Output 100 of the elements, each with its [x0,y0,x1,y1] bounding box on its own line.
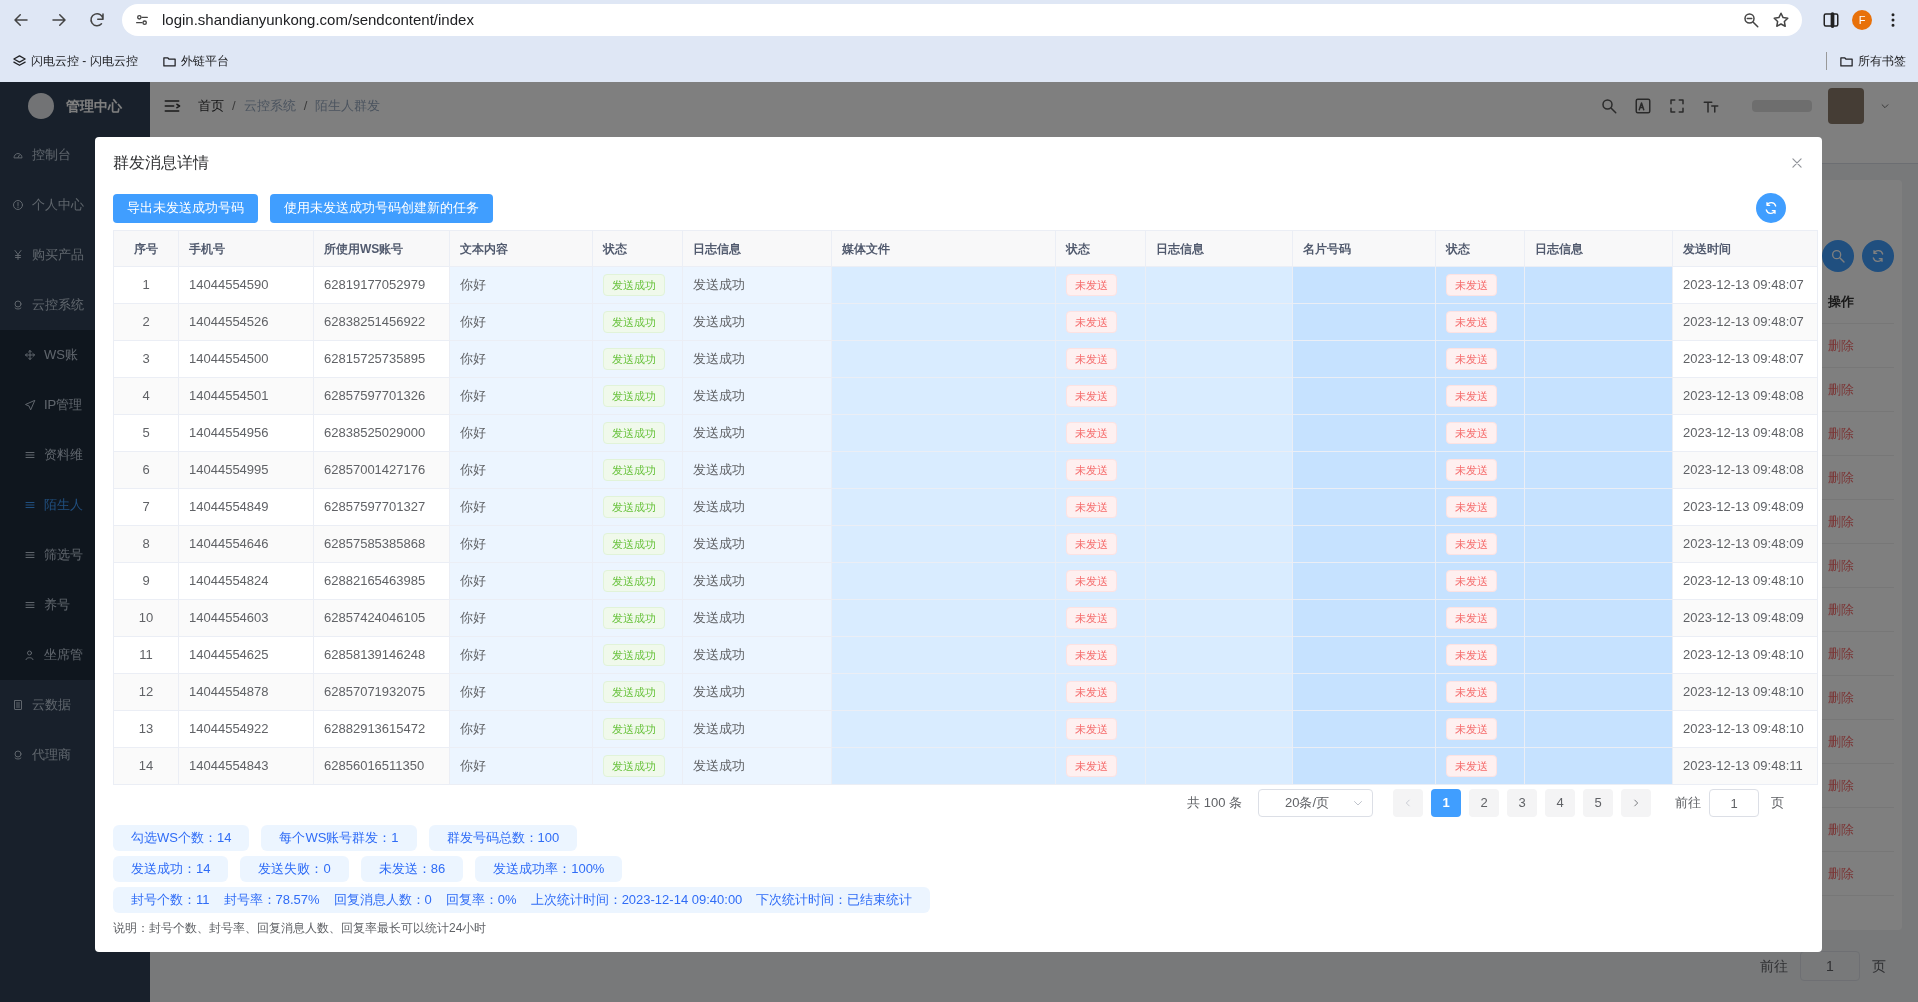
delete-link[interactable]: 删除 [1828,731,1854,752]
status-tag: 未发送 [1066,459,1117,481]
action-button[interactable]: 导出未发送成功号码 [113,193,258,223]
delete-link[interactable]: 删除 [1828,555,1854,576]
column-header[interactable]: 发送时间 [1672,230,1818,267]
summary-item: 回复消息人数：0 [333,891,432,910]
delete-link[interactable]: 删除 [1828,775,1854,796]
column-header[interactable]: 所使用WS账号 [313,230,450,267]
page-input[interactable]: 1 [1800,951,1860,981]
status-tag: 发送成功 [603,607,665,629]
column-header[interactable]: 媒体文件 [831,230,1056,267]
delete-link[interactable]: 删除 [1828,599,1854,620]
page-button[interactable]: 3 [1507,789,1537,817]
table-cell: 14044554526 [178,303,314,341]
table-cell: 2023-12-13 09:48:09 [1672,525,1818,563]
status-tag: 未发送 [1066,496,1117,518]
page-button[interactable]: 2 [1469,789,1499,817]
site-settings-icon[interactable] [134,12,150,28]
column-header[interactable]: 序号 [113,230,179,267]
table-cell: 62882165463985 [313,562,450,600]
side-panel-icon[interactable] [1822,11,1840,29]
column-header[interactable]: 手机号 [178,230,314,267]
table-cell: 你好 [449,266,593,304]
column-header[interactable]: 文本内容 [449,230,593,267]
status-tag: 未发送 [1446,311,1497,333]
breadcrumb-link[interactable]: 首页 [198,96,224,116]
address-bar[interactable]: login.shandianyunkong.com/sendcontent/index [122,4,1802,36]
zoom-icon[interactable] [1742,11,1760,29]
table-cell: 8 [113,525,179,563]
sliders-icon [24,499,36,511]
fullscreen-icon[interactable] [1668,97,1686,115]
delete-link[interactable]: 删除 [1828,467,1854,488]
table-cell: 5 [113,414,179,452]
table-cell: 发送成功 [682,340,832,378]
delete-link[interactable]: 删除 [1828,687,1854,708]
bookmark[interactable]: 外链平台 [161,52,229,70]
action-button[interactable]: 使用未发送成功号码创建新的任务 [270,193,493,223]
status-tag: 未发送 [1066,385,1117,407]
table-cell: 14044554956 [178,414,314,452]
table-cell: 发送成功 [682,303,832,341]
page-button[interactable]: 1 [1431,789,1461,817]
status-tag: 发送成功 [603,311,665,333]
delete-link[interactable]: 删除 [1828,335,1854,356]
delete-link[interactable]: 删除 [1828,379,1854,400]
delete-link[interactable]: 删除 [1828,423,1854,444]
column-header[interactable]: 状态 [1055,230,1146,267]
caret-icon[interactable] [1880,101,1890,111]
status-tag: 未发送 [1446,496,1497,518]
table-cell: 14044554625 [178,636,314,674]
table-cell: 13 [113,710,179,748]
table-cell: 发送成功 [682,599,832,637]
status-tag: 未发送 [1446,385,1497,407]
search-icon[interactable] [1822,240,1854,272]
url-text: login.shandianyunkong.com/sendcontent/index [162,9,474,30]
column-header[interactable]: 日志信息 [682,230,832,267]
column-header[interactable]: 状态 [592,230,683,267]
table-cell: 你好 [449,488,593,526]
table-cell: 62858139146248 [313,636,450,674]
table-cell: 14044554500 [178,340,314,378]
page-button[interactable]: 5 [1583,789,1613,817]
text-icon[interactable] [1634,97,1652,115]
table-cell: 62819177052979 [313,266,450,304]
delete-link[interactable]: 删除 [1828,511,1854,532]
table-cell: 4 [113,377,179,415]
note-text: 说明：封号个数、封号率、回复消息人数、回复率最长可以统计24小时 [113,920,488,937]
page-button[interactable]: 4 [1545,789,1575,817]
column-header[interactable]: 日志信息 [1145,230,1293,267]
all-bookmarks[interactable]: 所有书签 [1826,52,1906,70]
column-header[interactable]: 日志信息 [1524,230,1673,267]
table-cell: 14044554843 [178,747,314,785]
table-cell: 1 [113,266,179,304]
close-icon[interactable] [1790,156,1804,170]
delete-link[interactable]: 删除 [1828,863,1854,884]
brand-title: 管理中心 [66,96,122,116]
sliders-icon [24,449,36,461]
search-icon[interactable] [1600,97,1618,115]
table-cell: 2023-12-13 09:48:10 [1672,636,1818,674]
page-input[interactable]: 1 [1709,789,1759,817]
status-tag: 未发送 [1446,755,1497,777]
status-tag: 发送成功 [603,644,665,666]
table-cell: 62857001427176 [313,451,450,489]
star-icon[interactable] [1772,11,1790,29]
table-cell: 发送成功 [682,710,832,748]
table-cell: 14044554824 [178,562,314,600]
column-header[interactable]: 名片号码 [1292,230,1436,267]
table-cell: 14044554646 [178,525,314,563]
table-cell: 62882913615472 [313,710,450,748]
refresh-icon[interactable] [1756,193,1786,223]
column-header[interactable]: 状态 [1435,230,1525,267]
profile-avatar[interactable]: F [1852,10,1872,30]
table-cell: 14044554922 [178,710,314,748]
page-size-select[interactable]: 20条/页 [1258,789,1373,817]
status-tag: 未发送 [1446,681,1497,703]
refresh-icon[interactable] [1862,240,1894,272]
bookmark[interactable]: 闪电云控 - 闪电云控 [12,52,138,70]
table-cell: 发送成功 [682,636,832,674]
delete-link[interactable]: 删除 [1828,819,1854,840]
goto-label: 前往 [1760,956,1788,976]
table-cell: 62838251456922 [313,303,450,341]
delete-link[interactable]: 删除 [1828,643,1854,664]
